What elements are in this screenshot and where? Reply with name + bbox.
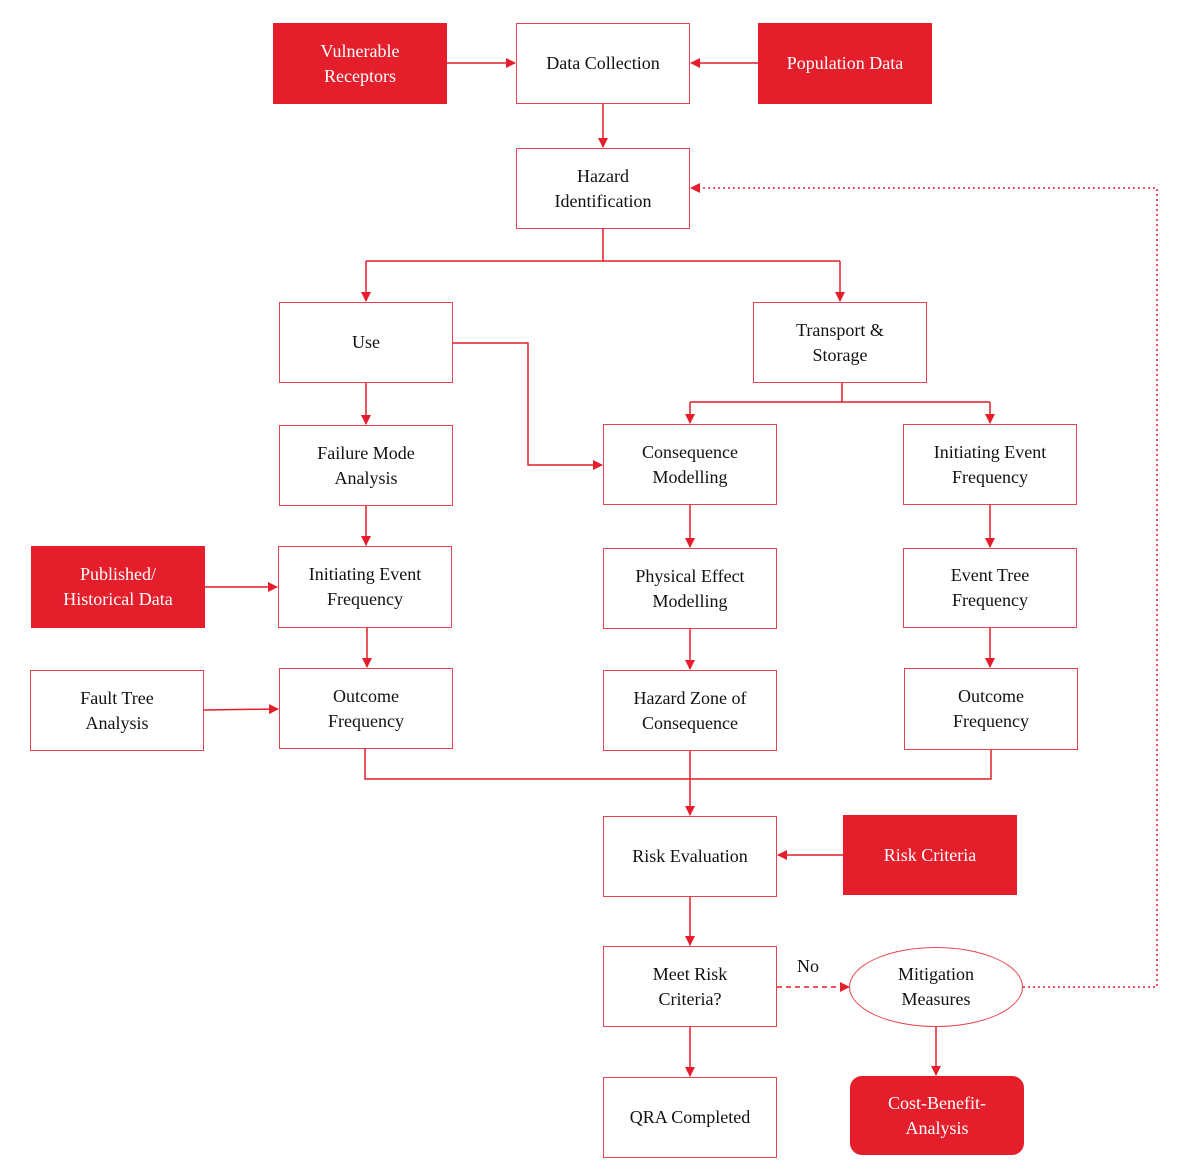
node-initiating-event-frequency-left: Initiating Event Frequency	[278, 546, 452, 628]
edge-transport-split	[690, 383, 990, 403]
node-cost-benefit-analysis: Cost-Benefit- Analysis	[850, 1076, 1024, 1155]
edge-merge	[364, 749, 992, 780]
node-risk-criteria: Risk Criteria	[843, 815, 1017, 895]
node-risk-evaluation: Risk Evaluation	[603, 816, 777, 897]
node-hazard-identification: Hazard Identification	[516, 148, 690, 229]
edge-hazard-split	[366, 229, 840, 262]
node-outcome-frequency-left: Outcome Frequency	[279, 668, 453, 749]
edge-faulttree-to-outcome	[203, 704, 279, 715]
edge-label-no: No	[797, 956, 819, 976]
qra-flowchart: Vulnerable Receptors Data Collection Pop…	[0, 0, 1191, 1176]
node-consequence-modelling: Consequence Modelling	[603, 424, 777, 505]
node-fault-tree-analysis: Fault Tree Analysis	[30, 670, 204, 751]
node-failure-mode-analysis: Failure Mode Analysis	[279, 425, 453, 506]
node-outcome-frequency-right: Outcome Frequency	[904, 668, 1078, 750]
node-meet-risk-criteria: Meet Risk Criteria?	[603, 946, 777, 1027]
node-population-data: Population Data	[758, 23, 932, 104]
node-mitigation-measures: Mitigation Measures	[849, 947, 1023, 1027]
node-hazard-zone-of-consequence: Hazard Zone of Consequence	[603, 670, 777, 751]
node-qra-completed: QRA Completed	[603, 1077, 777, 1158]
node-data-collection: Data Collection	[516, 23, 690, 104]
node-use: Use	[279, 302, 453, 383]
node-initiating-event-frequency-right: Initiating Event Frequency	[903, 424, 1077, 505]
node-published-historical-data: Published/ Historical Data	[31, 546, 205, 628]
node-physical-effect-modelling: Physical Effect Modelling	[603, 548, 777, 629]
node-vulnerable-receptors: Vulnerable Receptors	[273, 23, 447, 104]
edge-use-to-consequence	[453, 342, 603, 470]
node-transport-storage: Transport & Storage	[753, 302, 927, 383]
node-event-tree-frequency: Event Tree Frequency	[903, 548, 1077, 628]
